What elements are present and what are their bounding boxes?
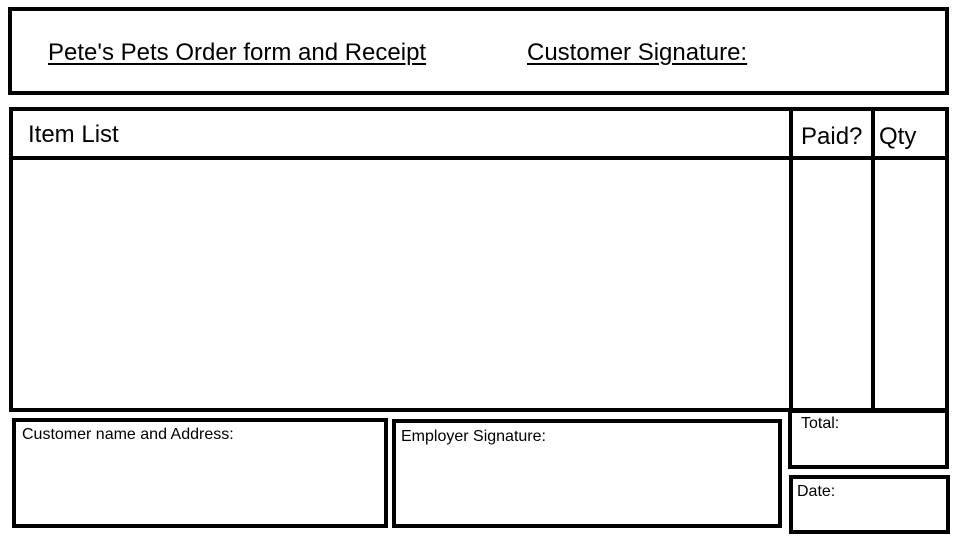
customer-name-address-box: Customer name and Address: — [12, 418, 388, 528]
employer-signature-box: Employer Signature: — [392, 419, 782, 528]
table-header-divider — [13, 156, 945, 160]
column-divider-paid — [789, 111, 793, 408]
column-header-qty: Qty — [879, 123, 917, 150]
date-label: Date: — [797, 483, 836, 500]
column-header-paid: Paid? — [801, 123, 863, 150]
form-header: Pete's Pets Order form and Receipt Custo… — [8, 7, 949, 95]
items-table: Item List Paid? Qty — [9, 107, 949, 412]
customer-name-address-label: Customer name and Address: — [22, 426, 234, 443]
column-divider-qty — [871, 111, 875, 408]
date-box: Date: — [789, 475, 950, 534]
form-title: Pete's Pets Order form and Receipt — [48, 39, 427, 66]
total-label: Total: — [801, 415, 840, 432]
employer-signature-label: Employer Signature: — [401, 428, 546, 445]
customer-signature-label: Customer Signature: — [527, 39, 748, 66]
column-header-item-list: Item List — [28, 121, 119, 148]
total-box: Total: — [788, 409, 949, 469]
